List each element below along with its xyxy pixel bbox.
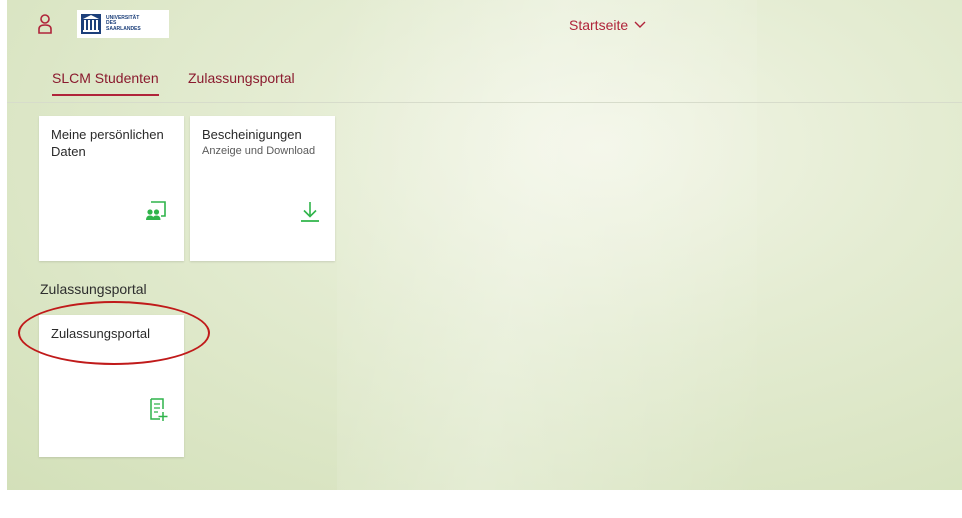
university-logo[interactable]: UNIVERSITÄT DES SAARLANDES (77, 10, 169, 38)
logo-text: UNIVERSITÄT DES SAARLANDES (106, 15, 141, 33)
user-icon[interactable] (38, 14, 52, 34)
tab-zulassungsportal[interactable]: Zulassungsportal (188, 70, 295, 86)
document-add-icon (150, 398, 168, 421)
download-icon (301, 202, 319, 222)
shell-bar: UNIVERSITÄT DES SAARLANDES Startseite (7, 0, 962, 48)
tile-certificates-subtitle: Anzeige und Download (202, 145, 316, 157)
startseite-menu-button[interactable]: Startseite (569, 17, 646, 33)
tile-certificates[interactable]: Bescheinigungen Anzeige und Download (190, 116, 335, 261)
tab-slcm-studenten[interactable]: SLCM Studenten (52, 70, 159, 96)
people-icon (146, 201, 166, 220)
group-title-zulassungsportal: Zulassungsportal (40, 281, 147, 297)
launchpad-background: UNIVERSITÄT DES SAARLANDES Startseite SL… (7, 0, 962, 490)
tile-admission-portal[interactable]: Zulassungsportal (39, 315, 184, 457)
tile-personal-data[interactable]: Meine persönlichen Daten (39, 116, 184, 261)
chevron-down-icon (634, 21, 646, 28)
tile-personal-data-title-line1: Meine persönlichen (51, 127, 164, 142)
title-menu-label: Startseite (569, 17, 629, 33)
tab-bar: SLCM Studenten Zulassungsportal (7, 70, 962, 103)
tile-admission-portal-title: Zulassungsportal (51, 326, 150, 341)
university-seal-icon (81, 14, 101, 34)
tile-certificates-title: Bescheinigungen (202, 127, 302, 142)
tile-personal-data-title-line2: Daten (51, 144, 86, 159)
logo-line-3: SAARLANDES (106, 25, 141, 32)
